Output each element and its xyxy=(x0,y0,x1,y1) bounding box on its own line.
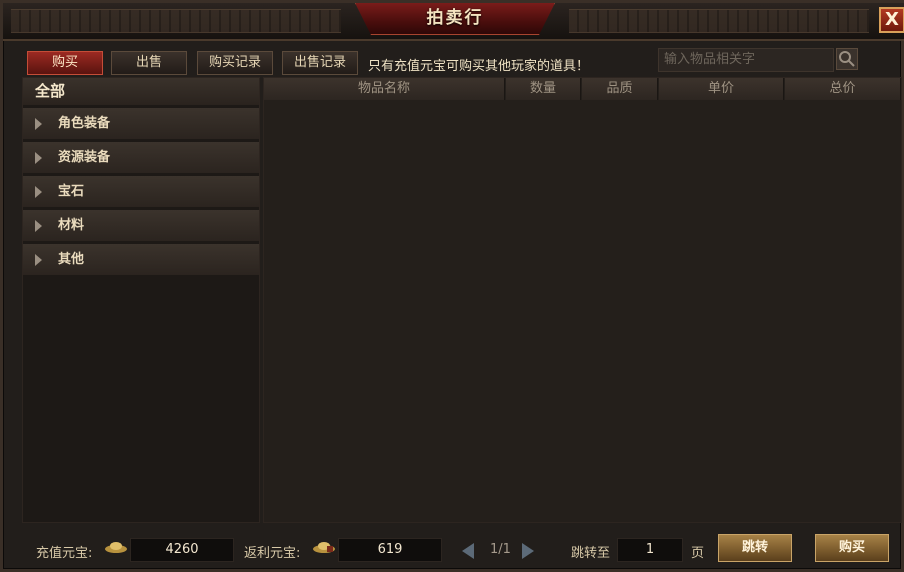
category-resource-equipment[interactable]: 资源装备 xyxy=(23,142,259,173)
recharge-ingot-label: 充值元宝: xyxy=(36,546,93,561)
category-materials[interactable]: 材料 xyxy=(23,210,259,241)
tab-buy[interactable]: 购买 xyxy=(27,51,103,75)
search-input[interactable]: 输入物品相关字 xyxy=(658,48,834,72)
listing-table: 物品名称 数量 品质 单价 总价 xyxy=(263,77,902,523)
category-panel: 全部 角色装备 资源装备 宝石 材料 其他 xyxy=(22,77,260,523)
column-header-quantity[interactable]: 数量 xyxy=(506,78,581,100)
close-button[interactable]: X xyxy=(879,7,904,33)
category-label: 角色装备 xyxy=(58,116,111,131)
auction-window: 拍卖行 X 购买 出售 购买记录 出售记录 只有充值元宝可购买其他玩家的道具！ … xyxy=(0,0,904,572)
column-header-unit-price[interactable]: 单价 xyxy=(659,78,784,100)
buy-button[interactable]: 购买 xyxy=(815,534,889,562)
title-ornament-left xyxy=(11,9,341,33)
tab-sell[interactable]: 出售 xyxy=(111,51,187,75)
search-icon xyxy=(839,51,855,67)
close-icon: X xyxy=(885,9,899,30)
category-label: 其他 xyxy=(58,252,85,267)
next-page-icon[interactable] xyxy=(522,543,534,559)
title-ornament-right xyxy=(569,9,869,33)
column-header-quality[interactable]: 品质 xyxy=(582,78,658,100)
table-body xyxy=(264,100,901,520)
recharge-ingot-value: 4260 xyxy=(130,538,234,562)
footer-bar: 充值元宝: 4260 返利元宝: 619 1/1 跳转至 1 页 跳转 购买 xyxy=(22,528,902,572)
page-indicator: 1/1 xyxy=(490,542,511,557)
gold-ingot-icon xyxy=(105,542,127,553)
title-plate: 拍卖行 xyxy=(355,3,555,35)
page-number-input[interactable]: 1 xyxy=(617,538,683,562)
prev-page-icon[interactable] xyxy=(462,543,474,559)
expand-arrow-icon xyxy=(35,254,42,266)
expand-arrow-icon xyxy=(35,220,42,232)
locked-ingot-icon xyxy=(313,542,335,553)
rebate-ingot-value: 619 xyxy=(338,538,442,562)
jump-button[interactable]: 跳转 xyxy=(718,534,792,562)
rebate-ingot-label: 返利元宝: xyxy=(244,546,301,561)
notice-text: 只有充值元宝可购买其他玩家的道具！ xyxy=(368,59,590,74)
expand-arrow-icon xyxy=(35,186,42,198)
category-label: 材料 xyxy=(58,218,85,233)
window-title: 拍卖行 xyxy=(426,8,484,28)
category-all[interactable]: 全部 xyxy=(23,78,259,105)
tab-buy-history[interactable]: 购买记录 xyxy=(197,51,273,75)
tab-sell-history[interactable]: 出售记录 xyxy=(282,51,358,75)
expand-arrow-icon xyxy=(35,152,42,164)
column-header-total-price[interactable]: 总价 xyxy=(785,78,901,100)
search-button[interactable] xyxy=(836,48,858,70)
category-role-equipment[interactable]: 角色装备 xyxy=(23,108,259,139)
jump-label: 跳转至 xyxy=(571,546,611,561)
expand-arrow-icon xyxy=(35,118,42,130)
page-unit-label: 页 xyxy=(691,546,705,561)
title-bar: 拍卖行 X xyxy=(3,3,904,41)
category-label: 宝石 xyxy=(58,184,85,199)
column-header-item-name[interactable]: 物品名称 xyxy=(264,78,505,100)
table-header: 物品名称 数量 品质 单价 总价 xyxy=(264,78,901,100)
category-gems[interactable]: 宝石 xyxy=(23,176,259,207)
category-other[interactable]: 其他 xyxy=(23,244,259,275)
category-label: 资源装备 xyxy=(58,150,111,165)
